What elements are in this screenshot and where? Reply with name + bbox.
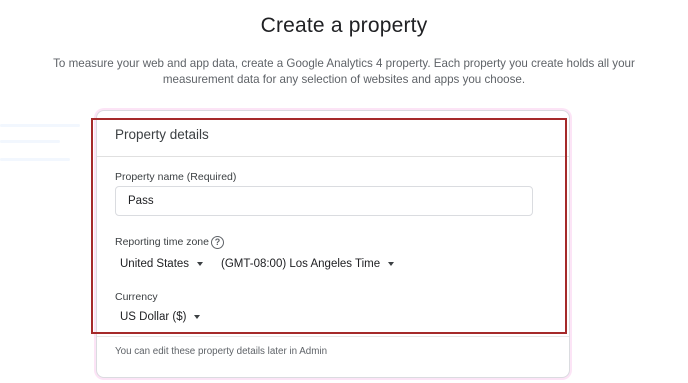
- timezone-select-value: (GMT-08:00) Los Angeles Time: [221, 258, 381, 270]
- chevron-down-icon: [194, 315, 201, 319]
- page-title: Create a property: [260, 14, 428, 37]
- background-ghost-text: [0, 124, 80, 127]
- country-select[interactable]: United States: [120, 258, 204, 270]
- help-icon[interactable]: ?: [211, 236, 224, 249]
- property-name-input[interactable]: [115, 186, 533, 216]
- currency-select[interactable]: US Dollar ($): [120, 311, 201, 323]
- footer-note: You can edit these property details late…: [115, 346, 328, 357]
- chevron-down-icon: [388, 262, 395, 266]
- currency-label: Currency: [115, 291, 158, 303]
- country-select-value: United States: [120, 258, 190, 270]
- background-ghost-text: [0, 140, 60, 143]
- page-description: To measure your web and app data, create…: [53, 57, 635, 86]
- section-divider: [97, 336, 569, 337]
- card-title: Property details: [115, 127, 209, 142]
- chevron-down-icon: [197, 262, 204, 266]
- property-details-card: Property details Property name (Required…: [96, 110, 570, 378]
- timezone-select[interactable]: (GMT-08:00) Los Angeles Time: [221, 258, 395, 270]
- currency-select-value: US Dollar ($): [120, 311, 187, 323]
- property-name-label: Property name (Required): [115, 171, 237, 183]
- card-header: Property details: [97, 111, 569, 157]
- background-ghost-text: [0, 158, 70, 161]
- timezone-label: Reporting time zone: [115, 236, 209, 248]
